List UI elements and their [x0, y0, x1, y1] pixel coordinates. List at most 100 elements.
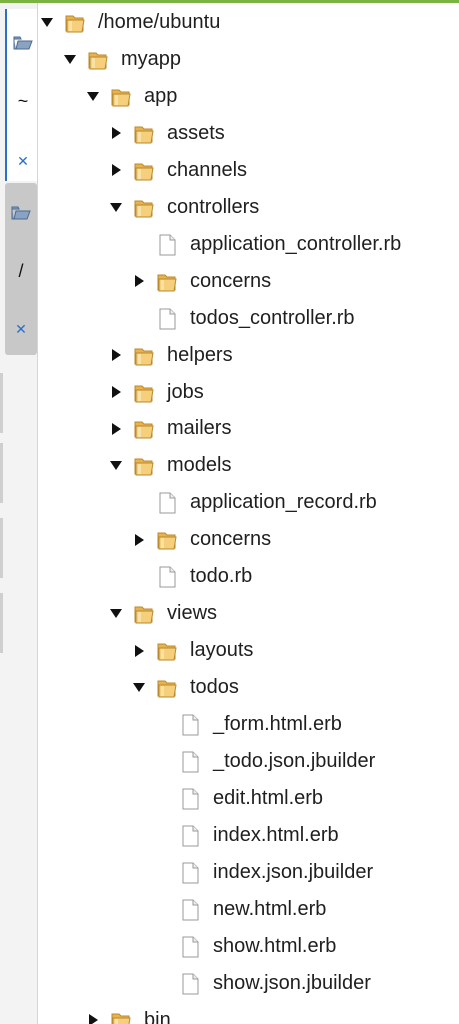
file-icon [178, 824, 202, 848]
tree-item-label: concerns [190, 269, 272, 292]
collapsed-arrow-icon[interactable] [110, 374, 122, 411]
tree-item-label: todo.rb [190, 565, 253, 588]
collapsed-arrow-icon[interactable] [133, 263, 145, 300]
file-icon [155, 307, 179, 331]
tab-dock: ~ ✕ / ✕ [0, 3, 38, 1024]
tree-item-label: helpers [167, 343, 233, 366]
tree-folder-row[interactable]: mailers [38, 410, 459, 447]
file-icon [155, 233, 179, 257]
tree-file-row[interactable]: show.html.erb [38, 928, 459, 965]
folder-icon [132, 159, 156, 183]
tree-item-label: channels [167, 158, 248, 181]
file-icon [155, 491, 179, 515]
tree-item-label: assets [167, 121, 225, 144]
folder-icon [132, 122, 156, 146]
collapsed-arrow-icon[interactable] [110, 410, 122, 447]
tree-folder-row[interactable]: concerns [38, 263, 459, 300]
tree-item-label: index.html.erb [213, 823, 339, 846]
tree-item-label: index.json.jbuilder [213, 860, 374, 883]
tree-folder-row[interactable]: jobs [38, 374, 459, 411]
tree-item-label: edit.html.erb [213, 786, 324, 809]
expanded-arrow-icon[interactable] [41, 4, 53, 41]
tab-home[interactable]: ~ ✕ [5, 9, 37, 181]
file-icon [178, 935, 202, 959]
tree-file-row[interactable]: new.html.erb [38, 891, 459, 928]
tree-folder-row[interactable]: channels [38, 152, 459, 189]
folder-icon [109, 1009, 133, 1024]
tree-file-row[interactable]: _form.html.erb [38, 706, 459, 743]
tree-file-row[interactable]: index.html.erb [38, 817, 459, 854]
tree-file-row[interactable]: _todo.json.jbuilder [38, 743, 459, 780]
folder-icon [109, 85, 133, 109]
tree-folder-row[interactable]: todos [38, 669, 459, 706]
folder-icon [132, 344, 156, 368]
folder-icon [7, 35, 39, 57]
tree-folder-row[interactable]: models [38, 447, 459, 484]
collapsed-arrow-icon[interactable] [133, 521, 145, 558]
folder-icon [155, 270, 179, 294]
tree-item-label: layouts [190, 639, 254, 662]
close-icon[interactable]: ✕ [5, 319, 37, 339]
tree-folder-row[interactable]: myapp [38, 41, 459, 78]
tree-folder-row[interactable]: bin [38, 1002, 459, 1024]
tree-folder-row[interactable]: controllers [38, 189, 459, 226]
tree-item-label: bin [144, 1008, 171, 1024]
tree-folder-row[interactable]: /home/ubuntu [38, 4, 459, 41]
tree-item-label: application_controller.rb [190, 232, 402, 255]
expanded-arrow-icon[interactable] [110, 595, 122, 632]
tree-file-row[interactable]: index.json.jbuilder [38, 854, 459, 891]
file-icon [178, 861, 202, 885]
file-icon [178, 898, 202, 922]
tree-folder-row[interactable]: helpers [38, 337, 459, 374]
expanded-arrow-icon[interactable] [64, 41, 76, 78]
tree-file-row[interactable]: show.json.jbuilder [38, 965, 459, 1002]
file-browser-window: ~ ✕ / ✕ /home/ubuntu myapp app assets channe… [0, 0, 459, 1024]
close-icon[interactable]: ✕ [7, 151, 39, 171]
tree-item-label: show.json.jbuilder [213, 971, 371, 994]
tree-folder-row[interactable]: layouts [38, 632, 459, 669]
dock-divider [0, 593, 3, 653]
folder-icon [155, 528, 179, 552]
folder-icon [155, 639, 179, 663]
collapsed-arrow-icon[interactable] [87, 1002, 99, 1024]
tree-item-label: todos [190, 676, 239, 699]
folder-icon [132, 602, 156, 626]
file-icon [178, 787, 202, 811]
tree-folder-row[interactable]: assets [38, 115, 459, 152]
dock-divider [0, 443, 3, 503]
tree-folder-row[interactable]: app [38, 78, 459, 115]
tree-file-row[interactable]: edit.html.erb [38, 780, 459, 817]
tree-folder-row[interactable]: concerns [38, 521, 459, 558]
tree-item-label: show.html.erb [213, 934, 337, 957]
folder-icon [132, 381, 156, 405]
expanded-arrow-icon[interactable] [110, 447, 122, 484]
dock-divider [0, 518, 3, 578]
tree-item-label: myapp [121, 47, 182, 70]
collapsed-arrow-icon[interactable] [110, 152, 122, 189]
tree-file-row[interactable]: application_record.rb [38, 484, 459, 521]
file-icon [178, 713, 202, 737]
collapsed-arrow-icon[interactable] [110, 115, 122, 152]
expanded-arrow-icon[interactable] [110, 189, 122, 226]
folder-icon [155, 676, 179, 700]
tree-item-label: _form.html.erb [213, 713, 342, 736]
tree-item-label: models [167, 454, 232, 477]
tree-folder-row[interactable]: views [38, 595, 459, 632]
tree-file-row[interactable]: todos_controller.rb [38, 300, 459, 337]
tab-root-label: / [18, 261, 24, 281]
tree-item-label: app [144, 84, 178, 107]
file-icon [178, 750, 202, 774]
collapsed-arrow-icon[interactable] [133, 632, 145, 669]
tree-file-row[interactable]: todo.rb [38, 558, 459, 595]
tree-item-label: /home/ubuntu [98, 11, 221, 33]
tree-item-label: views [167, 602, 218, 625]
expanded-arrow-icon[interactable] [87, 78, 99, 115]
file-icon [155, 565, 179, 589]
tree-item-label: todos_controller.rb [190, 306, 355, 329]
file-icon [178, 972, 202, 996]
expanded-arrow-icon[interactable] [133, 669, 145, 706]
tree-file-row[interactable]: application_controller.rb [38, 226, 459, 263]
collapsed-arrow-icon[interactable] [110, 337, 122, 374]
file-tree: /home/ubuntu myapp app assets channels contro… [38, 0, 459, 1024]
tab-root[interactable]: / ✕ [5, 183, 37, 355]
